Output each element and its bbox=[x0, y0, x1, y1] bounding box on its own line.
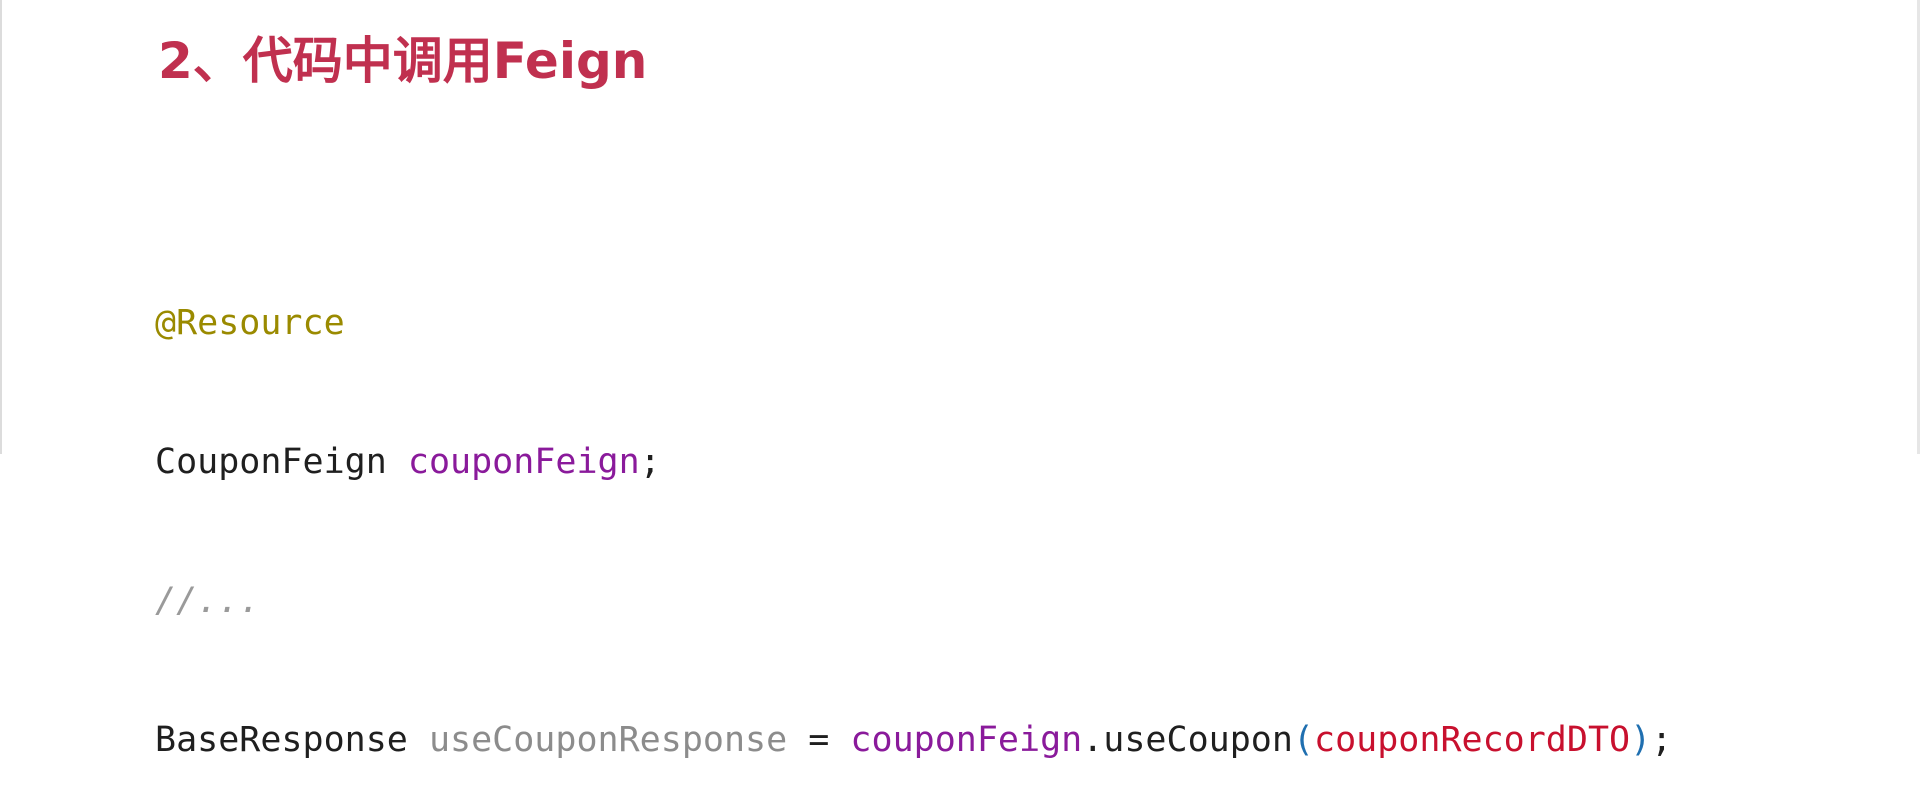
code-line-annotation: @Resource bbox=[155, 294, 1672, 353]
code-line-field-declaration: CouponFeign couponFeign; bbox=[155, 433, 1672, 492]
semicolon-token: ; bbox=[1651, 720, 1673, 760]
section-heading: 2、代码中调用Feign bbox=[158, 32, 648, 90]
close-paren-token: ) bbox=[1630, 720, 1652, 760]
code-line-comment: //... bbox=[155, 572, 1672, 631]
method-token: .useCoupon bbox=[1082, 720, 1293, 760]
assign-operator-token: = bbox=[808, 720, 830, 760]
type-token: CouponFeign bbox=[155, 442, 387, 482]
comment-token: //... bbox=[155, 581, 261, 621]
code-line-method-call: BaseResponse useCouponResponse = couponF… bbox=[155, 711, 1672, 770]
field-token: couponFeign bbox=[407, 442, 640, 482]
local-variable-token: useCouponResponse bbox=[428, 720, 788, 760]
code-block: @Resource CouponFeign couponFeign; //...… bbox=[155, 214, 1672, 810]
field-token: couponFeign bbox=[850, 720, 1083, 760]
semicolon-token: ; bbox=[639, 442, 661, 482]
page-left-border bbox=[0, 0, 2, 454]
type-token: BaseResponse bbox=[155, 720, 408, 760]
open-paren-token: ( bbox=[1292, 720, 1315, 760]
argument-token: couponRecordDTO bbox=[1314, 720, 1631, 760]
annotation-token: @Resource bbox=[155, 303, 345, 343]
